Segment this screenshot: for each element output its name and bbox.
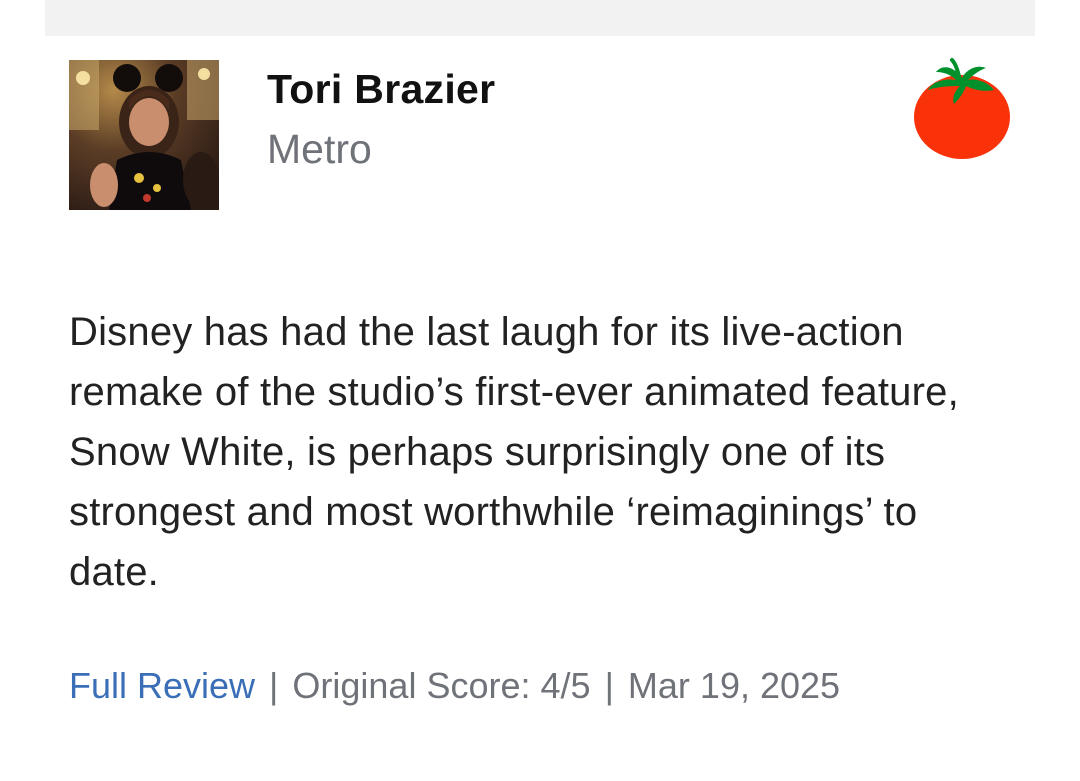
critic-avatar[interactable] — [69, 60, 219, 210]
footer-separator: | — [269, 665, 279, 706]
original-score: Original Score: 4/5 — [292, 665, 591, 706]
publication-name[interactable]: Metro — [267, 126, 372, 173]
full-review-link[interactable]: Full Review — [69, 665, 255, 706]
critic-name[interactable]: Tori Brazier — [267, 66, 495, 113]
review-quote: Disney has had the last laugh for its li… — [69, 310, 959, 594]
review-date: Mar 19, 2025 — [627, 665, 841, 706]
review-card: Tori Brazier Metro Disney has had the la… — [0, 0, 1080, 781]
review-footer: Full Review | Original Score: 4/5 | Mar 19, … — [69, 660, 840, 712]
footer-separator: | — [604, 665, 614, 706]
fresh-tomato-icon — [914, 58, 1010, 159]
card-top-divider — [45, 0, 1035, 36]
